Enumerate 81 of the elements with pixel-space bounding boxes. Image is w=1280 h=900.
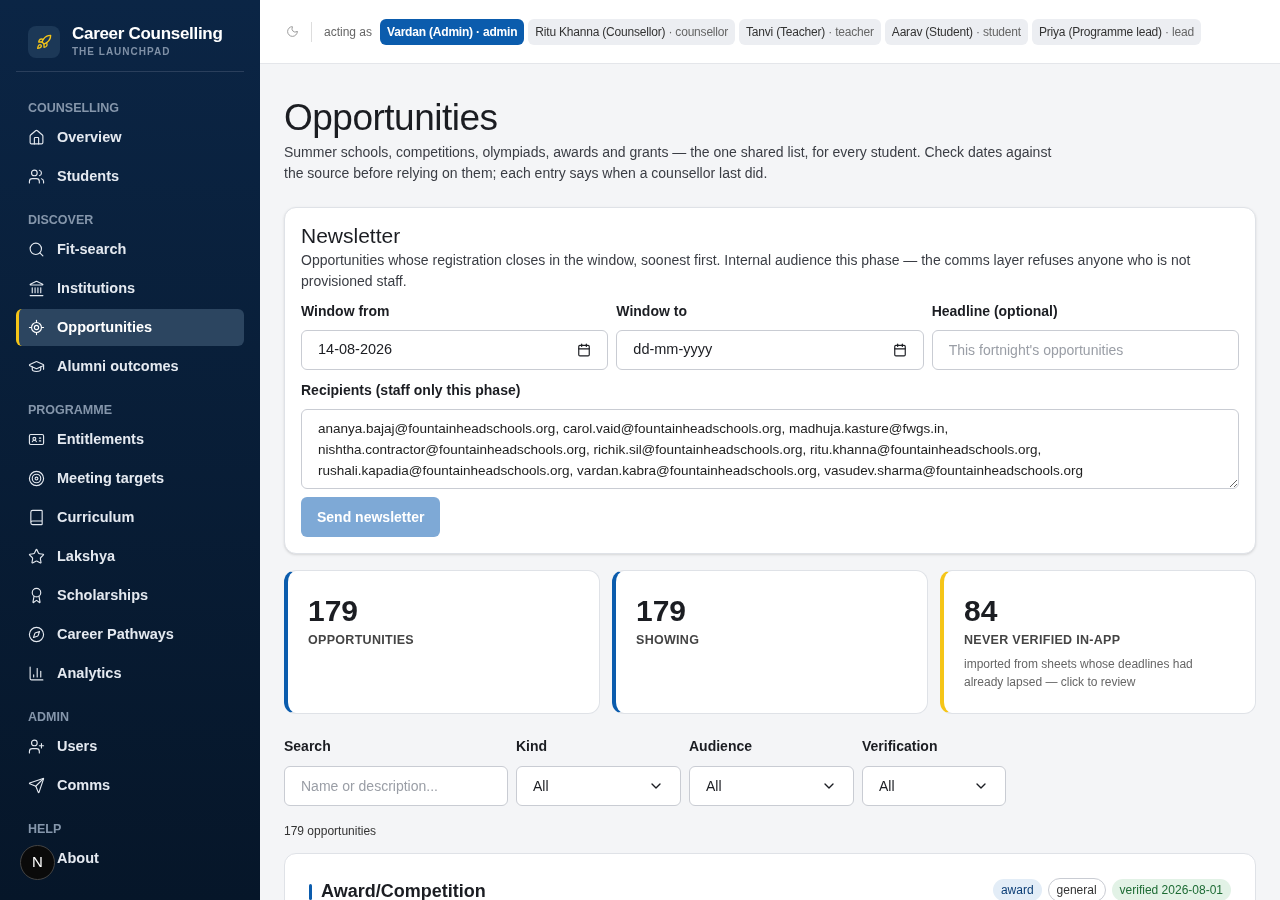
sidebar-item[interactable]: Opportunities: [16, 309, 244, 346]
sidebar-item[interactable]: Comms: [57, 774, 111, 797]
book-icon: [28, 509, 45, 526]
recipients-field[interactable]: ananya.bajaj@fountainheadschools.org, carol.vaid@fountainheadschools.org, madhuja.kasture@fwgs.in, nishtha.contractor@fountainheadschools.org, richik.sil@fountainheadschools.org, ritu.khanna@fountainheadschools.org, rushali.kapadia@fountainheadschools.org, vardan.kabra@fountainheadschools.org, vasudev.sharma@fountainheadschools.org: [301, 409, 1239, 489]
sidebar-item[interactable]: Users: [57, 735, 98, 758]
opportunity-title: Award/Competition: [321, 880, 486, 900]
sidebar-item[interactable]: Entitlements: [57, 428, 144, 451]
field-label: Window from: [301, 302, 391, 321]
result-count: 179 opportunities: [284, 823, 378, 840]
filter-select[interactable]: All: [516, 766, 681, 806]
card-description: Opportunities whose registration closes in the window, soonest first. Internal audience this phase — the comms layer refuses anyone who is not provisioned staff.: [301, 251, 1192, 291]
stat-note: imported from sheets whose deadlines had already lapsed — click to review: [964, 655, 1194, 691]
stat-value: 84: [964, 593, 999, 629]
date-field[interactable]: dd-mm-yyyy: [616, 330, 924, 370]
field-label: Window to: [616, 302, 688, 321]
section-heading: PROGRAMME: [27, 402, 114, 419]
headline-field[interactable]: This fortnight's opportunities: [931, 330, 1239, 370]
sidebar-item[interactable]: Alumni outcomes: [57, 355, 179, 378]
dev-badge[interactable]: N: [20, 845, 55, 880]
filter-label: Verification: [862, 737, 939, 756]
sidebar-item[interactable]: Meeting targets: [57, 467, 165, 490]
app-title: Career Counselling: [72, 24, 223, 44]
sidebar-item[interactable]: Fit-search: [57, 238, 127, 261]
stat-card[interactable]: 84 NEVER VERIFIED IN-APP imported from sheets whose deadlines had already lapsed — click to review: [940, 570, 1256, 714]
tag: award: [992, 879, 1042, 900]
search-field[interactable]: Name or description...: [284, 766, 508, 806]
sidebar-item[interactable]: Career Pathways: [57, 623, 174, 646]
bar-chart-icon: [28, 665, 45, 682]
stat-value: 179: [636, 593, 688, 629]
sidebar-item[interactable]: Institutions: [57, 277, 136, 300]
page-title: Opportunities: [284, 96, 499, 140]
date-field[interactable]: 14-08-2026: [301, 330, 609, 370]
app-subtitle: THE LAUNCHPAD: [72, 45, 172, 59]
tag: verified 2026-08-01: [1111, 879, 1231, 900]
filter-label: Kind: [516, 737, 549, 756]
section-heading: DISCOVER: [27, 212, 95, 229]
sidebar-item[interactable]: Curriculum: [57, 506, 135, 529]
stat-label: OPPORTUNITIES: [308, 632, 415, 649]
filter-select[interactable]: All: [689, 766, 854, 806]
sidebar-item[interactable]: Overview: [57, 126, 122, 149]
filter-label: Search: [284, 737, 332, 756]
acting-as-label: acting as: [324, 23, 373, 41]
calendar-icon[interactable]: [892, 343, 907, 357]
section-heading: HELP: [27, 821, 63, 838]
send-icon: [28, 777, 45, 794]
section-heading: COUNSELLING: [27, 100, 120, 117]
search-icon: [28, 241, 45, 258]
stat-label: NEVER VERIFIED IN-APP: [964, 632, 1122, 649]
role-chip[interactable]: Vardan (Admin) · admin: [380, 18, 525, 45]
tag: general: [1047, 878, 1106, 900]
rocket-logo-icon: [28, 25, 60, 58]
star-icon: [28, 548, 45, 565]
user-plus-icon: [28, 738, 45, 755]
sidebar-item[interactable]: Analytics: [57, 662, 122, 685]
stat-value: 179: [308, 593, 360, 629]
role-chip[interactable]: Priya (Programme lead) · lead: [1031, 18, 1201, 45]
calendar-icon[interactable]: [577, 343, 592, 357]
field-label: Recipients (staff only this phase): [301, 381, 522, 400]
page-description: Summer schools, competitions, olympiads, awards and grants — the one shared list, for every student. Check dates against the source before relying on them; each entry says when a counsellor last did.: [284, 143, 1053, 183]
users-icon: [28, 168, 45, 185]
compass-icon: [28, 626, 45, 643]
card-icon: [28, 431, 45, 448]
sidebar-item[interactable]: About: [57, 847, 99, 870]
filter-select[interactable]: All: [862, 766, 1006, 806]
stat-label: SHOWING: [636, 632, 701, 649]
section-heading: ADMIN: [27, 709, 70, 726]
filter-label: Audience: [689, 737, 753, 756]
sidebar-item[interactable]: Students: [57, 165, 120, 188]
role-chip[interactable]: Tanvi (Teacher) · teacher: [739, 18, 881, 45]
crosshair-icon: [28, 319, 45, 336]
target-icon: [28, 470, 45, 487]
sidebar-item[interactable]: Scholarships: [57, 584, 149, 607]
house-icon: [28, 129, 45, 146]
graduation-cap-icon: [28, 358, 45, 375]
opportunity-card[interactable]: Award/Competition award general verified 2026-08-01: [284, 853, 1256, 900]
field-label: Headline (optional): [931, 302, 1059, 321]
role-chip[interactable]: Ritu Khanna (Counsellor) · counsellor: [528, 18, 736, 45]
role-chip[interactable]: Aarav (Student) · student: [884, 18, 1028, 45]
building-icon: [28, 280, 45, 297]
sidebar-item[interactable]: Lakshya: [57, 545, 116, 568]
card-title: Newsletter: [301, 223, 402, 249]
